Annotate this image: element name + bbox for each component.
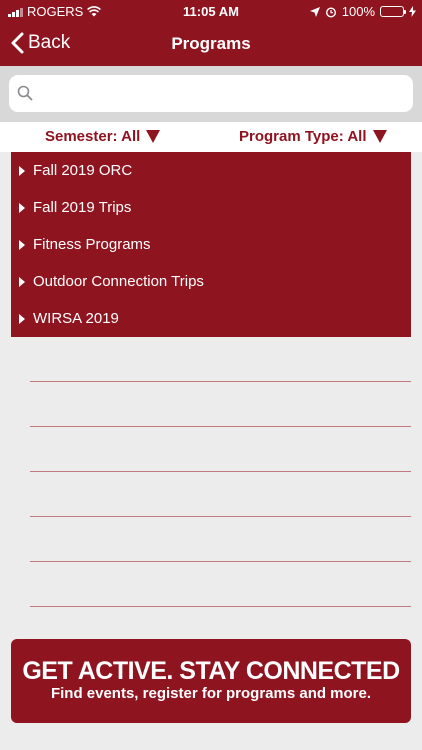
banner-subline: Find events, register for programs and m… <box>50 685 372 702</box>
empty-row <box>30 382 411 427</box>
program-label: Fall 2019 ORC <box>33 162 133 179</box>
program-list: Fall 2019 ORC Fall 2019 Trips Fitness Pr… <box>11 152 411 337</box>
program-label: Outdoor Connection Trips <box>33 273 204 290</box>
program-item[interactable]: Outdoor Connection Trips <box>11 263 411 300</box>
empty-row <box>30 427 411 472</box>
program-item[interactable]: Fall 2019 Trips <box>11 189 411 226</box>
program-item[interactable]: WIRSA 2019 <box>11 300 411 337</box>
program-label: Fitness Programs <box>33 236 151 253</box>
caret-right-icon <box>19 165 25 176</box>
promo-banner[interactable]: GET ACTIVE. STAY CONNECTED Find events, … <box>11 639 411 723</box>
empty-row <box>30 337 411 382</box>
search-area <box>0 66 422 122</box>
caret-right-icon <box>19 239 25 250</box>
search-icon <box>17 85 33 101</box>
battery-icon <box>380 6 406 17</box>
program-item[interactable]: Fall 2019 ORC <box>11 152 411 189</box>
program-item[interactable]: Fitness Programs <box>11 226 411 263</box>
search-input[interactable] <box>39 75 405 112</box>
dropdown-triangle-icon <box>372 130 387 143</box>
caret-right-icon <box>19 202 25 213</box>
page-title: Programs <box>171 34 251 53</box>
filter-bar: Semester: All Program Type: All <box>0 122 422 152</box>
banner-headline: GET ACTIVE. STAY CONNECTED <box>22 657 400 685</box>
caret-right-icon <box>19 313 25 324</box>
program-label: Fall 2019 Trips <box>33 199 132 216</box>
semester-filter[interactable]: Semester: All <box>45 128 161 145</box>
empty-rows <box>30 337 411 607</box>
top-bar: ROGERS 11:05 AM 100% Back Programs <box>0 0 422 66</box>
dropdown-triangle-icon <box>146 130 161 143</box>
status-bar: ROGERS 11:05 AM 100% <box>0 0 422 22</box>
empty-row <box>30 562 411 607</box>
search-box[interactable] <box>9 75 413 112</box>
empty-row <box>30 472 411 517</box>
program-type-filter-label: Program Type: All <box>239 128 367 145</box>
nav-bar: Back Programs <box>0 22 422 66</box>
program-label: WIRSA 2019 <box>33 310 119 327</box>
charging-icon <box>409 6 416 17</box>
empty-row <box>30 517 411 562</box>
program-type-filter[interactable]: Program Type: All <box>239 128 387 145</box>
status-right: 100% <box>309 4 416 19</box>
alarm-icon <box>325 6 336 18</box>
semester-filter-label: Semester: All <box>45 128 141 145</box>
caret-right-icon <box>19 276 25 287</box>
location-icon <box>309 6 320 17</box>
battery-percent: 100% <box>341 4 375 19</box>
